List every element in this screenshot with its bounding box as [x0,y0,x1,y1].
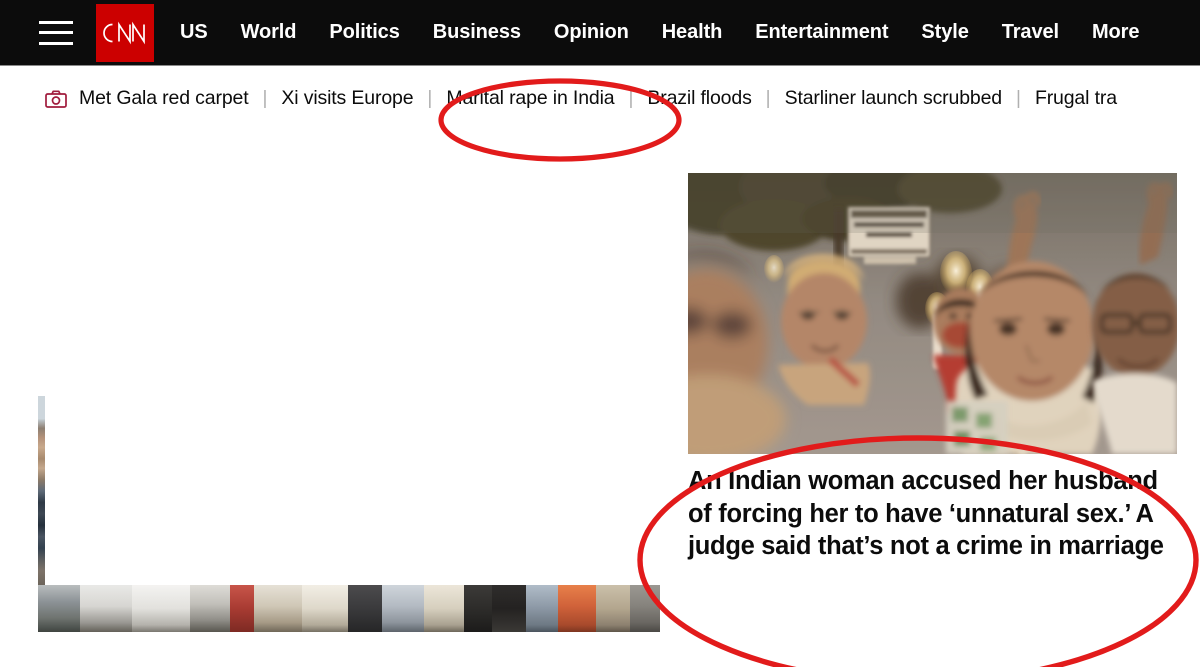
nav-link-business[interactable]: Business [433,21,521,44]
hamburger-line [39,20,73,24]
nav-link-health[interactable]: Health [662,21,723,44]
left-image-edge-strip [38,396,45,586]
left-image-bottom-strip [38,585,660,632]
nav-link-entertainment[interactable]: Entertainment [755,21,888,44]
nav-link-travel[interactable]: Travel [1002,21,1059,44]
ticker-item-xi-visits-europe[interactable]: Xi visits Europe [281,87,413,110]
featured-article-card: An Indian woman accused her husband of f… [688,173,1177,563]
nav-link-politics[interactable]: Politics [329,21,399,44]
top-navigation-bar: US World Politics Business Opinion Healt… [0,0,1200,66]
left-article-card-loading[interactable] [38,396,660,632]
article-photo[interactable] [688,173,1177,454]
cnn-homepage: US World Politics Business Opinion Healt… [0,0,1200,667]
cnn-logo[interactable] [96,3,154,62]
ticker-item-starliner-launch-scrubbed[interactable]: Starliner launch scrubbed [785,87,1003,110]
ticker-separator: | [427,87,433,109]
nav-link-style[interactable]: Style [921,21,968,44]
hamburger-line [39,41,73,45]
nav-link-more[interactable]: More [1092,21,1139,44]
article-headline[interactable]: An Indian woman accused her husband of f… [688,465,1185,563]
ticker-item-met-gala-red-carpet[interactable]: Met Gala red carpet [79,87,249,110]
ticker-separator: | [628,87,634,109]
ticker-item-brazil-floods[interactable]: Brazil floods [647,87,751,110]
topic-ticker-bar: Met Gala red carpet | Xi visits Europe |… [0,67,1200,130]
camera-icon [45,89,67,108]
hamburger-line [39,31,73,34]
ticker-separator: | [262,87,268,109]
ticker-separator: | [1016,87,1021,109]
nav-links: US World Politics Business Opinion Healt… [180,21,1200,44]
nav-link-us[interactable]: US [180,21,208,44]
ticker-separator: | [765,87,771,109]
nav-link-world[interactable]: World [241,21,297,44]
nav-link-opinion[interactable]: Opinion [554,21,629,44]
hamburger-menu-icon[interactable] [39,20,73,45]
ticker-item-frugal-travel[interactable]: Frugal tra [1035,87,1117,110]
ticker-item-marital-rape-in-india[interactable]: Marital rape in India [446,87,614,110]
